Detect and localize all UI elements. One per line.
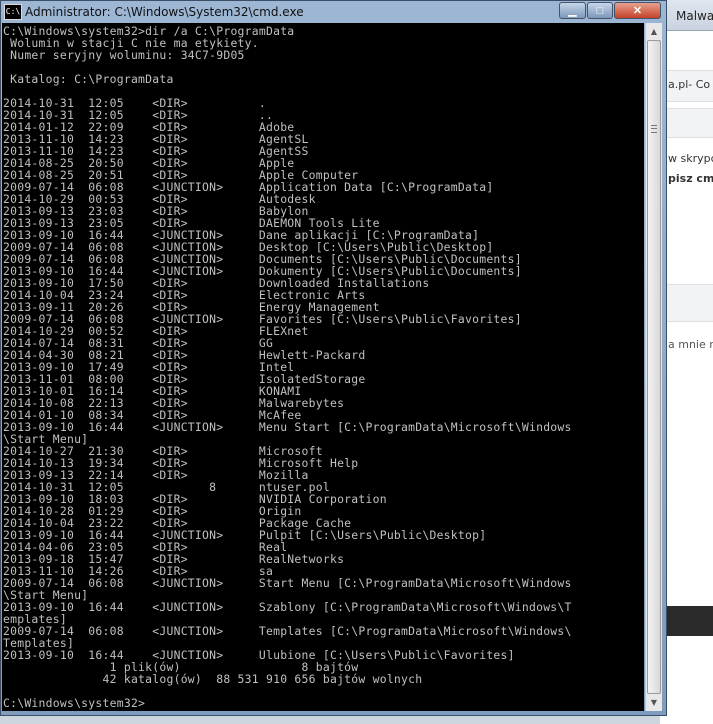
scroll-down-icon: ▼ xyxy=(650,698,658,707)
background-strip xyxy=(660,108,713,138)
background-snippet-2: w skrypc xyxy=(668,152,713,165)
title-bar[interactable]: C:\ Administrator: C:\Windows\System32\c… xyxy=(1,1,666,23)
scroll-up-button[interactable]: ▲ xyxy=(646,23,662,40)
background-dark-panel xyxy=(660,606,713,636)
grip-icon xyxy=(651,125,657,133)
close-icon: ✕ xyxy=(632,5,643,17)
scrollbar-thumb[interactable] xyxy=(647,40,661,694)
background-snippet-3: pisz cmd xyxy=(668,172,713,185)
window-title: Administrator: C:\Windows\System32\cmd.e… xyxy=(25,5,304,19)
vertical-scrollbar[interactable]: ▲ ▼ xyxy=(645,23,662,711)
console-output[interactable]: C:\Windows\system32>dir /a C:\ProgramDat… xyxy=(2,23,644,711)
close-button[interactable]: ✕ xyxy=(614,2,661,19)
minimize-button[interactable]: ▁ xyxy=(559,2,586,19)
background-strip xyxy=(660,284,713,322)
minimize-icon: ▁ xyxy=(568,5,577,17)
scroll-up-icon: ▲ xyxy=(650,27,658,36)
background-browser-tab[interactable]: Malwar xyxy=(660,0,713,31)
scroll-down-button[interactable]: ▼ xyxy=(646,694,662,711)
cmd-icon[interactable]: C:\ xyxy=(4,4,22,20)
background-snippet-1: a.pl- Co xyxy=(668,78,711,91)
background-tab-label: Malwar xyxy=(676,9,713,23)
background-browser-window: Malwar a.pl- Co w skrypc pisz cmd a mnie… xyxy=(660,0,713,724)
background-snippet-4: a mnie r xyxy=(668,338,713,351)
maximize-button[interactable]: □ xyxy=(587,2,613,19)
console-text: C:\Windows\system32>dir /a C:\ProgramDat… xyxy=(3,24,572,710)
cmd-window: C:\ Administrator: C:\Windows\System32\c… xyxy=(0,0,667,716)
maximize-icon: □ xyxy=(596,5,604,17)
